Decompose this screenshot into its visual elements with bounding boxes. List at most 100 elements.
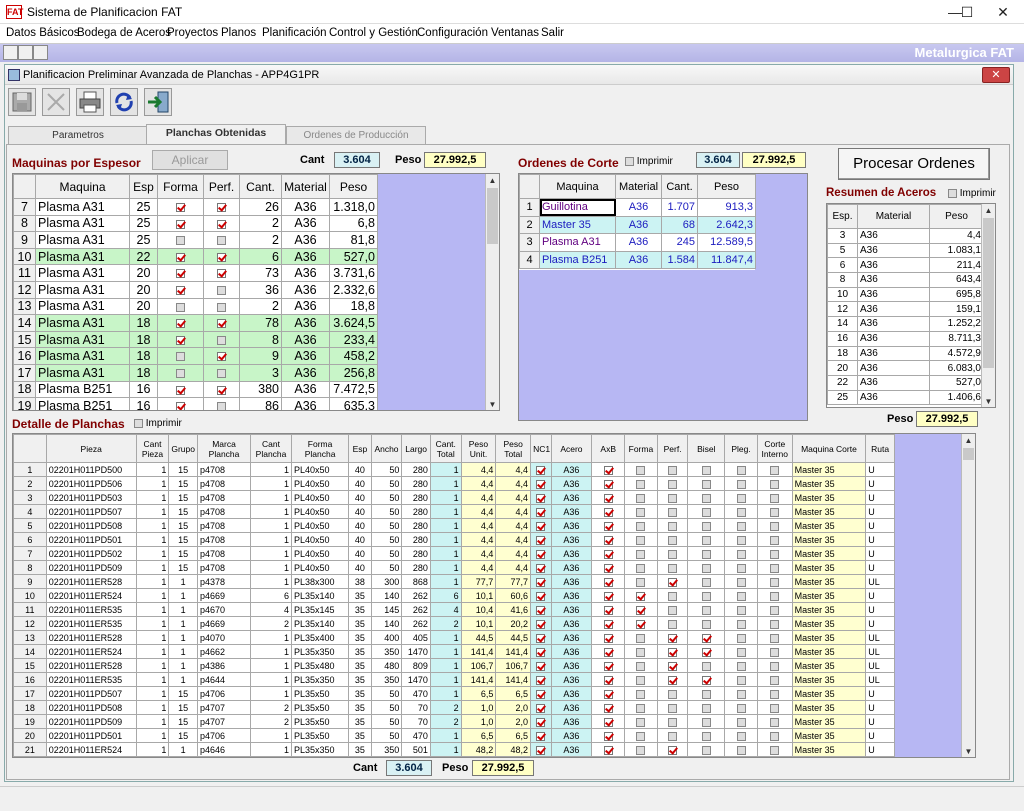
checkbox[interactable] [736,745,746,755]
cell-maquina-corte[interactable]: Master 35 [791,728,867,743]
cell-largo[interactable]: 262 [401,602,431,617]
ordenes-imprimir[interactable]: Imprimir [625,156,673,167]
cell-cant-pieza[interactable]: 1 [135,588,170,603]
cell-nc1[interactable] [530,658,552,673]
checkbox[interactable] [668,619,678,629]
cell-esp[interactable]: 35 [348,686,372,701]
cell-nc1[interactable] [530,532,552,547]
table-row[interactable]: 5 A36 1.083,1 [827,242,984,259]
cell-bisel[interactable] [687,588,726,603]
cell-pleg[interactable] [724,462,758,477]
cell-grupo[interactable]: 15 [168,714,198,729]
table-row[interactable]: 10 02201H011ER524 1 1 p4669 6 PL35x140 35 140 262… [13,588,895,603]
cell-corte-interno[interactable] [756,504,793,519]
cell-axb[interactable] [591,560,626,575]
checkbox[interactable] [536,633,546,643]
cell-pleg[interactable] [724,602,758,617]
col-header-cant-plancha[interactable]: Cant Plancha [250,434,292,463]
cell-ancho[interactable]: 50 [370,700,403,715]
cell-acero[interactable]: A36 [550,616,593,631]
cell-acero[interactable]: A36 [550,462,593,477]
cell-cant-plancha[interactable]: 6 [250,588,292,603]
table-row[interactable]: 4 02201H011PD507 1 15 p4708 1 PL40x50 40 50 280 1 4… [13,504,895,519]
cell-largo[interactable]: 405 [401,630,431,645]
cell-corte-interno[interactable] [756,714,793,729]
col-header-forma[interactable]: Forma [157,174,204,199]
checkbox[interactable] [636,619,646,629]
cell-nc1[interactable] [530,728,552,743]
cell-cant-plancha[interactable]: 1 [250,574,292,589]
cell-forma-plancha[interactable]: PL40x50 [290,518,350,533]
checkbox[interactable] [636,605,646,615]
checkbox[interactable] [770,465,780,475]
exit-button[interactable] [144,88,172,116]
checkbox[interactable] [736,647,746,657]
cell-bisel[interactable] [687,462,726,477]
cell-peso-total[interactable]: 2,0 [495,700,532,715]
cell-acero[interactable]: A36 [550,658,593,673]
table-row[interactable]: 14 A36 1.252,2 [827,316,984,332]
checkbox[interactable] [668,717,678,727]
cell-pieza[interactable]: 02201H011PD501 [45,532,137,547]
cell-esp[interactable]: 35 [348,728,372,743]
cell-nc1[interactable] [530,700,552,715]
scroll-up-icon[interactable]: ▲ [982,204,995,218]
cell-cant-plancha[interactable]: 2 [250,714,292,729]
cell-forma[interactable] [624,658,658,673]
cell-cant[interactable]: 36 [239,280,282,299]
cell-esp[interactable]: 35 [348,700,372,715]
cell-maquina[interactable]: Plasma A31 [35,297,130,316]
cell-maquina[interactable]: Plasma B251 [35,380,130,399]
cell-esp[interactable]: 25 [827,389,858,406]
cell-maquina-corte[interactable]: Master 35 [791,602,867,617]
cell-peso-total[interactable]: 20,2 [495,616,532,631]
cell-material[interactable]: A36 [615,215,662,234]
checkbox[interactable] [736,591,746,601]
checkbox[interactable] [701,675,711,685]
cell-ruta[interactable]: U [865,700,895,715]
cell-largo[interactable]: 280 [401,532,431,547]
cell-peso-unit[interactable]: 141,4 [460,644,497,659]
checkbox[interactable] [636,535,646,545]
cell-peso-total[interactable]: 141,4 [495,644,532,659]
cell-pleg[interactable] [724,518,758,533]
checkbox[interactable] [536,605,546,615]
cell-largo[interactable]: 280 [401,504,431,519]
cell-peso[interactable]: 527,0 [329,247,378,266]
col-header-material[interactable]: Material [857,204,930,229]
col-header-marca-plancha[interactable]: Marca Plancha [196,434,252,463]
cell-ancho[interactable]: 350 [370,742,403,757]
cell-maquina-corte[interactable]: Master 35 [791,700,867,715]
cell-ruta[interactable]: UL [865,644,895,659]
cell-peso[interactable]: 211,4 [929,257,984,274]
cell-corte-interno[interactable] [756,462,793,477]
checkbox[interactable] [636,647,646,657]
checkbox[interactable] [636,745,646,755]
cell-cant-total[interactable]: 1 [429,644,462,659]
cell-marca-plancha[interactable]: p4662 [196,644,252,659]
cell-maquina[interactable]: Plasma A31 [35,247,130,266]
checkbox[interactable] [668,493,678,503]
cell-cant-plancha[interactable]: 1 [250,658,292,673]
cell-forma[interactable] [624,560,658,575]
cell-maquina-corte[interactable]: Master 35 [791,588,867,603]
cell-cant-plancha[interactable]: 1 [250,504,292,519]
cell-peso[interactable]: 18,8 [329,297,378,316]
cell-forma[interactable] [624,462,658,477]
col-header-maquina[interactable]: Maquina [35,174,130,199]
cell-ancho[interactable]: 50 [370,462,403,477]
cell-bisel[interactable] [687,546,726,561]
cell-largo[interactable]: 1470 [401,672,431,687]
cell-material[interactable]: A36 [615,198,662,217]
table-row[interactable]: 18 A36 4.572,9 [827,345,984,362]
cell-perf[interactable] [656,616,689,631]
cell-forma[interactable] [157,297,204,316]
cell-esp[interactable]: 16 [129,380,158,399]
cell-cant[interactable]: 2 [239,231,282,249]
cell-cant-pieza[interactable]: 1 [135,574,170,589]
checkbox[interactable] [176,302,185,312]
cell-cant-total[interactable]: 1 [429,476,462,491]
cell-peso-unit[interactable]: 4,4 [460,546,497,561]
cell-perf[interactable] [203,264,240,282]
cell-acero[interactable]: A36 [550,490,593,505]
